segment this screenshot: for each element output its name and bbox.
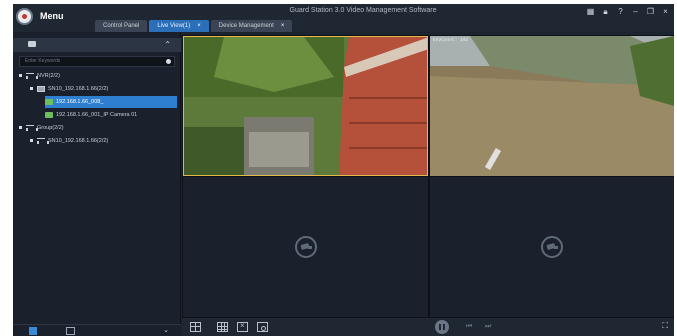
tree-node-group[interactable]: Group(2/2): [19, 122, 64, 134]
menu-button[interactable]: Menu: [40, 11, 64, 21]
help-icon[interactable]: ?: [616, 7, 625, 17]
camera-icon: [45, 111, 53, 118]
tree-node-group-recorder[interactable]: SN10_192.168.1.66(2/2): [30, 135, 108, 147]
tab-close-icon[interactable]: ×: [197, 23, 201, 29]
camera-icon[interactable]: [28, 41, 36, 47]
no-video-camera-icon: [541, 236, 563, 258]
network-icon: [37, 137, 49, 144]
view-list-icon[interactable]: [66, 327, 75, 335]
tab-control-panel[interactable]: Control Panel: [95, 20, 148, 32]
restore-icon[interactable]: ❐: [646, 7, 655, 17]
sidebar-header: ⌃: [13, 38, 181, 52]
layout-icon[interactable]: ▦: [586, 7, 595, 17]
expand-icon[interactable]: [19, 74, 22, 78]
grid-layout-icon[interactable]: [217, 322, 228, 332]
title-bar: Menu Guard Station 3.0 Video Management …: [13, 4, 674, 32]
camera-icon: [45, 98, 53, 105]
live-view-toolbar: ⏮ ⏭ ⛶: [182, 317, 674, 336]
video-cell-2[interactable]: EnvCount: 192: [430, 36, 674, 176]
network-icon: [26, 72, 38, 79]
camera-osd-text: EnvCount: 192: [433, 38, 469, 43]
sidebar-footer: ⌄: [13, 324, 181, 336]
capture-icon[interactable]: [257, 322, 268, 332]
vms-app-window: Menu Guard Station 3.0 Video Management …: [13, 4, 674, 336]
video-cell-3-empty[interactable]: [183, 177, 428, 317]
window-controls: ▦ 🔒︎ ? – ❐ ×: [586, 7, 670, 17]
fullscreen-icon[interactable]: ⛶: [662, 321, 668, 331]
expand-icon[interactable]: [30, 139, 33, 143]
camera-feed-garden: [184, 37, 427, 175]
expand-chevron-icon[interactable]: ⌄: [163, 326, 169, 334]
device-list-icon[interactable]: [29, 327, 37, 335]
tree-node-camera-001[interactable]: 192.168.1.66_001_IP Camera 01: [45, 109, 137, 121]
lock-icon[interactable]: 🔒︎: [601, 7, 610, 17]
tree-node-label: 192.168.1.66_001_IP Camera 01: [56, 112, 138, 118]
tree-node-label: SN10_192.168.1.66(2/2): [48, 86, 109, 92]
tree-node-label: SN10_192.168.1.66(2/2): [48, 138, 109, 144]
close-icon[interactable]: ×: [661, 7, 670, 17]
tree-node-camera-008[interactable]: 192.168.1.66_008_: [45, 96, 177, 108]
network-icon: [26, 124, 38, 131]
video-cell-1[interactable]: [183, 36, 428, 176]
tab-live-view[interactable]: Live View(1) ×: [149, 20, 209, 32]
device-sidebar: ⌃ Enter Keywords NVR(2/2) SN10_192.168.1…: [13, 32, 181, 336]
app-logo-icon[interactable]: [16, 8, 33, 25]
collapse-chevron-icon[interactable]: ⌃: [164, 40, 171, 49]
video-grid: EnvCount: 192: [182, 35, 674, 317]
expand-icon[interactable]: [30, 87, 33, 91]
window-title: Guard Station 3.0 Video Management Softw…: [289, 7, 437, 14]
tree-node-label: Group(2/2): [37, 125, 64, 131]
video-cell-4-empty[interactable]: [430, 177, 674, 317]
tab-device-management[interactable]: Device Management ×: [210, 20, 293, 32]
tab-bar: Control Panel Live View(1) × Device Manag…: [95, 20, 293, 32]
no-video-camera-icon: [294, 236, 317, 258]
recorder-icon: [37, 85, 45, 92]
tree-node-label: 192.168.1.66_008_: [56, 99, 104, 105]
tree-node-label: NVR(2/2): [37, 73, 60, 79]
tree-node-nvr[interactable]: NVR(2/2): [19, 70, 60, 82]
tab-label: Live View(1): [157, 23, 191, 29]
close-all-icon[interactable]: [237, 321, 248, 332]
minimize-icon[interactable]: –: [631, 7, 640, 17]
search-input[interactable]: Enter Keywords: [19, 56, 175, 67]
window-division-icon[interactable]: [190, 322, 201, 332]
camera-feed-field: [430, 36, 674, 176]
search-placeholder: Enter Keywords: [25, 58, 61, 64]
tab-label: Control Panel: [103, 23, 140, 29]
pause-icon[interactable]: [435, 320, 449, 334]
expand-icon[interactable]: [19, 126, 22, 130]
next-icon[interactable]: ⏭: [485, 323, 491, 331]
tree-node-recorder[interactable]: SN10_192.168.1.66(2/2): [30, 83, 108, 95]
tab-label: Device Management: [218, 23, 274, 29]
previous-icon[interactable]: ⏮: [466, 323, 472, 331]
clear-search-icon[interactable]: [166, 59, 171, 64]
tab-close-icon[interactable]: ×: [281, 23, 285, 29]
